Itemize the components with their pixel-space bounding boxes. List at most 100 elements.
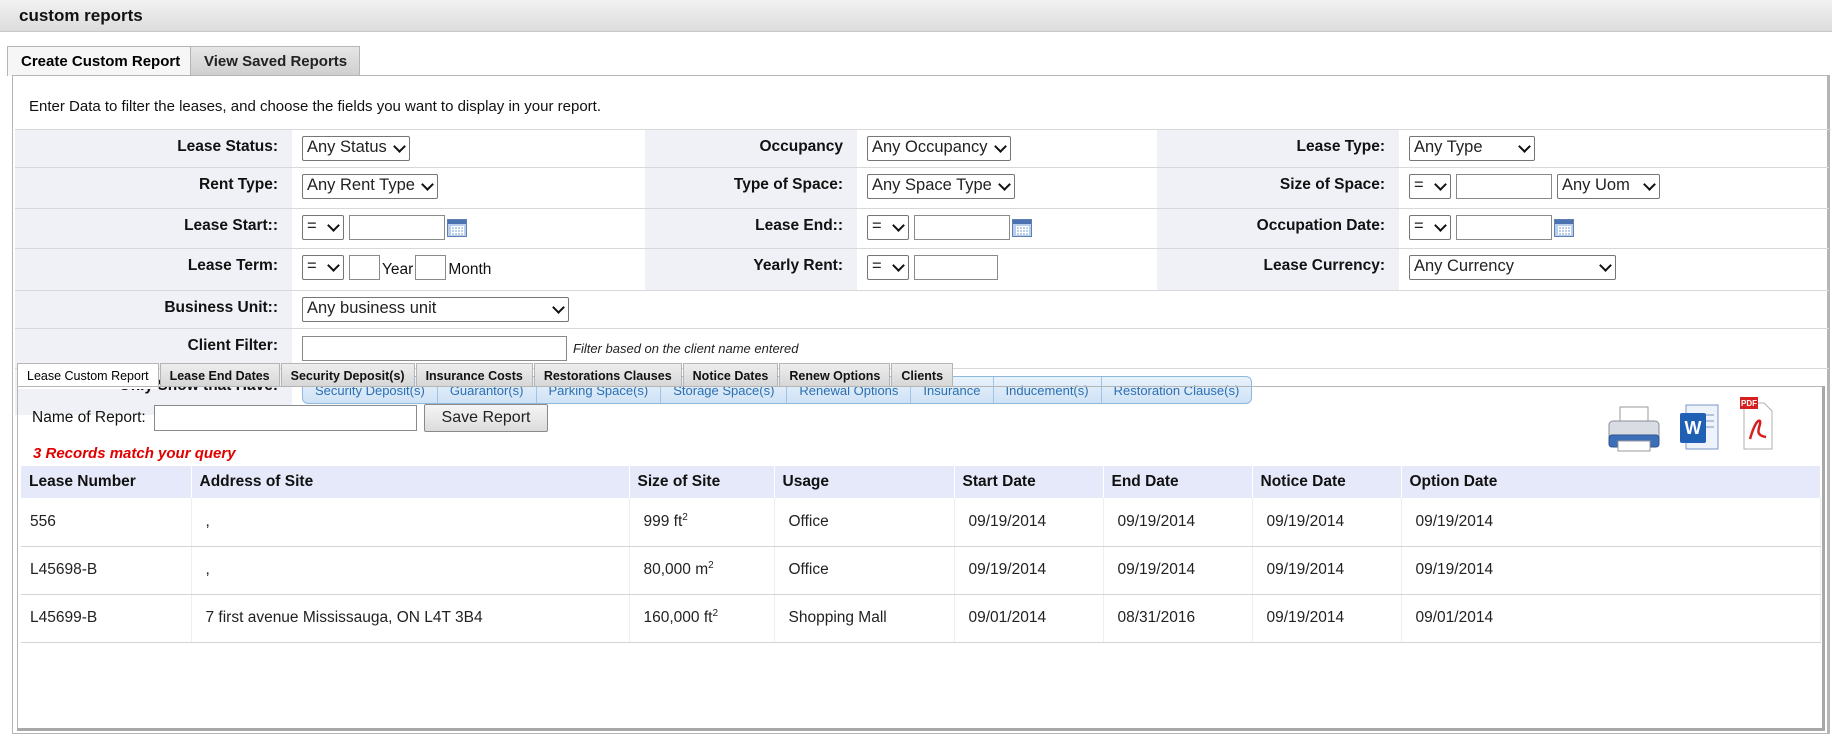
lease-number-cell[interactable]: L45699-B: [21, 594, 192, 643]
column-header-option-date[interactable]: Option Date: [1401, 466, 1821, 498]
client-filter-input[interactable]: [302, 336, 567, 361]
option-date-cell: 09/19/2014: [1401, 498, 1821, 547]
lease-end-label: Lease End::: [755, 217, 843, 234]
occupancy-select[interactable]: Any Occupancy: [867, 136, 1011, 161]
lease-type-select[interactable]: Any Type: [1409, 136, 1535, 161]
calendar-icon[interactable]: [1554, 218, 1574, 237]
chevron-down-icon: [327, 219, 340, 232]
chevron-down-icon: [1599, 259, 1612, 272]
lease-start-operator-select[interactable]: =: [302, 215, 344, 240]
end-date-cell: 08/31/2016: [1103, 594, 1253, 643]
svg-text:PDF: PDF: [1741, 399, 1757, 408]
tab-insurance-costs[interactable]: Insurance Costs: [415, 363, 533, 387]
calendar-icon[interactable]: [447, 218, 467, 237]
report-name-input[interactable]: [154, 405, 417, 431]
pdf-icon[interactable]: PDF: [1738, 395, 1776, 453]
calendar-icon[interactable]: [1012, 218, 1032, 237]
business-unit-select[interactable]: Any business unit: [302, 297, 569, 322]
page-title: custom reports: [19, 6, 143, 25]
occupancy-label: Occupancy: [759, 138, 843, 155]
column-header-size[interactable]: Size of Site: [629, 466, 775, 498]
lease-term-operator-select[interactable]: =: [302, 255, 344, 280]
column-header-usage[interactable]: Usage: [774, 466, 955, 498]
column-header-notice-date[interactable]: Notice Date: [1252, 466, 1402, 498]
size-of-space-input[interactable]: [1456, 174, 1552, 199]
tab-notice-dates[interactable]: Notice Dates: [682, 363, 779, 387]
table-row[interactable]: 556 , 999 ft2 Office 09/19/2014 09/19/20…: [21, 498, 1821, 547]
size-operator-select[interactable]: =: [1409, 174, 1451, 199]
size-cell: 999 ft2: [629, 498, 775, 547]
lease-term-month-input[interactable]: [415, 255, 447, 280]
save-report-button[interactable]: Save Report: [424, 404, 548, 432]
usage-cell: Office: [774, 546, 955, 595]
rent-type-select[interactable]: Any Rent Type: [302, 174, 438, 199]
client-filter-hint: Filter based on the client name entered: [573, 341, 799, 356]
chevron-down-icon: [1643, 178, 1656, 191]
intro-text: Enter Data to filter the leases, and cho…: [29, 98, 601, 115]
filter-row: Lease Term: = Year Month Yearly Rent: = …: [15, 249, 1829, 291]
chevron-down-icon: [327, 259, 340, 272]
type-of-space-select[interactable]: Any Space Type: [867, 174, 1015, 199]
tab-security-deposits[interactable]: Security Deposit(s): [280, 363, 415, 387]
address-cell: 7 first avenue Mississauga, ON L4T 3B4: [191, 594, 630, 643]
size-cell: 160,000 ft2: [629, 594, 775, 643]
column-header-lease-number[interactable]: Lease Number: [21, 466, 192, 498]
printer-icon[interactable]: [1606, 405, 1662, 453]
yearly-rent-operator-select[interactable]: =: [867, 255, 909, 280]
lease-number-cell[interactable]: L45698-B: [21, 546, 192, 595]
filter-grid: Lease Status: Any Status Occupancy Any O…: [15, 129, 1831, 415]
size-cell: 80,000 m2: [629, 546, 775, 595]
lease-type-label: Lease Type:: [1296, 138, 1385, 155]
occupation-date-operator-select[interactable]: =: [1409, 215, 1451, 240]
lease-currency-select[interactable]: Any Currency: [1409, 255, 1616, 280]
table-row[interactable]: L45699-B 7 first avenue Mississauga, ON …: [21, 594, 1821, 643]
option-date-cell: 09/01/2014: [1401, 594, 1821, 643]
lease-term-label: Lease Term:: [187, 257, 278, 274]
filter-row: Lease Status: Any Status Occupancy Any O…: [15, 130, 1829, 168]
lease-start-input[interactable]: [349, 215, 445, 240]
lease-status-select[interactable]: Any Status: [302, 136, 410, 161]
notice-date-cell: 09/19/2014: [1252, 546, 1402, 595]
chevron-down-icon: [1518, 140, 1531, 153]
option-date-cell: 09/19/2014: [1401, 546, 1821, 595]
chevron-down-icon: [552, 301, 565, 314]
filter-row: Rent Type: Any Rent Type Type of Space: …: [15, 168, 1829, 209]
start-date-cell: 09/19/2014: [954, 498, 1104, 547]
word-icon[interactable]: W: [1678, 401, 1722, 453]
lease-end-input[interactable]: [914, 215, 1010, 240]
end-date-cell: 09/19/2014: [1103, 546, 1253, 595]
report-results-panel: Name of Report: Save Report 3 Records ma…: [17, 386, 1825, 731]
year-label: Year: [382, 260, 414, 278]
start-date-cell: 09/01/2014: [954, 594, 1104, 643]
lease-number-cell[interactable]: 556: [21, 498, 192, 547]
report-name-label: Name of Report:: [32, 409, 146, 426]
chevron-down-icon: [892, 259, 905, 272]
address-cell: ,: [191, 498, 630, 547]
usage-cell: Shopping Mall: [774, 594, 955, 643]
tab-create-custom-report[interactable]: Create Custom Report: [7, 46, 194, 76]
occupation-date-input[interactable]: [1456, 215, 1552, 240]
size-of-space-label: Size of Space:: [1279, 176, 1385, 193]
column-header-end-date[interactable]: End Date: [1103, 466, 1253, 498]
tab-view-saved-reports[interactable]: View Saved Reports: [190, 46, 361, 75]
yearly-rent-input[interactable]: [914, 255, 998, 280]
tab-clients[interactable]: Clients: [891, 363, 954, 387]
start-date-cell: 09/19/2014: [954, 546, 1104, 595]
lease-end-operator-select[interactable]: =: [867, 215, 909, 240]
size-uom-select[interactable]: Any Uom: [1557, 174, 1660, 199]
notice-date-cell: 09/19/2014: [1252, 594, 1402, 643]
records-count-message: 3 Records match your query: [33, 445, 236, 462]
column-header-address[interactable]: Address of Site: [191, 466, 630, 498]
client-filter-label: Client Filter:: [187, 337, 278, 354]
tab-lease-end-dates[interactable]: Lease End Dates: [159, 363, 280, 387]
yearly-rent-label: Yearly Rent:: [753, 257, 843, 274]
tab-renew-options[interactable]: Renew Options: [779, 363, 891, 387]
column-header-start-date[interactable]: Start Date: [954, 466, 1104, 498]
table-row[interactable]: L45698-B , 80,000 m2 Office 09/19/2014 0…: [21, 546, 1821, 595]
chevron-down-icon: [892, 219, 905, 232]
occupation-date-label: Occupation Date:: [1256, 217, 1385, 234]
tab-restorations-clauses[interactable]: Restorations Clauses: [533, 363, 682, 387]
lease-term-year-input[interactable]: [349, 255, 380, 280]
chevron-down-icon: [421, 178, 434, 191]
svg-text:W: W: [1685, 418, 1702, 438]
